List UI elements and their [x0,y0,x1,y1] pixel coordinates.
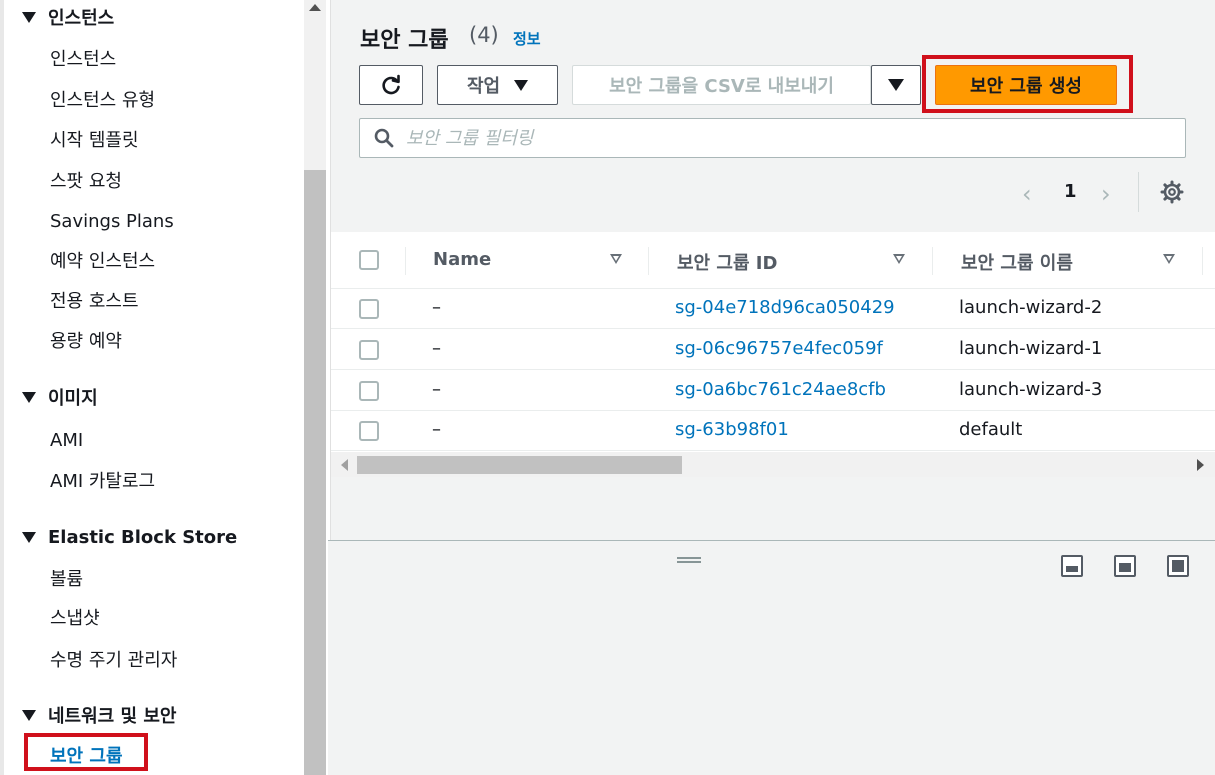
column-header-group-id[interactable]: 보안 그룹 ID [677,249,777,275]
column-divider [1202,247,1203,275]
caret-down-icon [22,391,36,403]
select-all-checkbox[interactable] [359,250,379,270]
cell-group-id-link[interactable]: sg-04e718d96ca050429 [675,297,895,318]
caret-down-icon [888,79,904,91]
sidebar-item-launch-templates[interactable]: 시작 템플릿 [50,124,139,154]
table-header: Name 보안 그룹 ID 보안 그룹 이름 [331,232,1215,289]
sidebar-item-lifecycle-manager[interactable]: 수명 주기 관리자 [50,644,177,674]
sidebar: 인스턴스 인스턴스 인스턴스 유형 시작 템플릿 스팟 요청 Savings P… [0,0,304,775]
row-checkbox[interactable] [359,381,379,401]
column-divider [932,247,933,275]
caret-down-icon [22,531,36,543]
sidebar-item-snapshots[interactable]: 스냅샷 [50,602,100,632]
sidebar-section-network-security[interactable]: 네트워크 및 보안 [22,700,176,730]
table-row[interactable]: – sg-04e718d96ca050429 launch-wizard-2 [331,289,1215,329]
cell-name: – [432,297,441,318]
sidebar-section-label: 네트워크 및 보안 [48,706,177,727]
column-header-group-name[interactable]: 보안 그룹 이름 [961,249,1073,275]
sidebar-item-ami-catalog[interactable]: AMI 카탈로그 [50,465,155,495]
row-checkbox[interactable] [359,340,379,360]
refresh-icon [382,74,400,95]
sidebar-item-instances[interactable]: 인스턴스 [50,43,116,73]
security-groups-table: Name 보안 그룹 ID 보안 그룹 이름 – sg-04e718d96ca0… [331,232,1215,452]
sidebar-item-savings-plans[interactable]: Savings Plans [50,206,174,236]
panel-bottom-icon[interactable] [1061,555,1083,577]
caret-down-icon [22,11,36,23]
pagination-current-page[interactable]: 1 [1064,181,1077,202]
highlight-box [922,55,1133,113]
row-checkbox[interactable] [359,299,379,319]
pagination-prev-button[interactable]: ‹ [1022,180,1032,208]
drag-handle-icon[interactable] [677,557,701,563]
actions-label: 작업 [466,76,501,97]
row-checkbox[interactable] [359,421,379,441]
sort-icon[interactable] [893,254,905,264]
column-header-name[interactable]: Name [433,249,491,270]
export-csv-button[interactable]: 보안 그룹을 CSV로 내보내기 [572,65,871,105]
sidebar-section-label: 인스턴스 [48,8,115,29]
pagination-next-button[interactable]: › [1101,180,1111,208]
sidebar-item-capacity-reservations[interactable]: 용량 예약 [50,325,122,355]
cell-group-id-link[interactable]: sg-0a6bc761c24ae8cfb [675,379,886,400]
column-divider [648,247,649,275]
sort-icon[interactable] [1163,254,1175,264]
scroll-left-arrow-icon[interactable] [341,459,348,471]
scrollbar-thumb[interactable] [304,170,326,775]
scroll-right-arrow-icon[interactable] [1197,459,1204,471]
search-input[interactable] [406,127,1166,149]
sidebar-item-ami[interactable]: AMI [50,425,83,455]
cell-group-name: launch-wizard-1 [959,338,1103,359]
refresh-button[interactable] [359,65,423,105]
gear-icon[interactable] [1160,180,1184,210]
page-title: 보안 그룹 [360,28,449,53]
cell-name: – [432,379,441,400]
sort-icon[interactable] [610,254,622,264]
table-row[interactable]: – sg-0a6bc761c24ae8cfb launch-wizard-3 [331,371,1215,411]
cell-group-name: launch-wizard-2 [959,297,1103,318]
divider [1138,172,1139,212]
cell-name: – [432,419,441,440]
info-link[interactable]: 정보 [513,28,541,49]
sidebar-section-instances[interactable]: 인스턴스 [22,2,114,32]
caret-down-icon [514,79,529,91]
scroll-up-arrow-icon[interactable] [309,4,321,11]
sidebar-section-label: Elastic Block Store [48,526,238,548]
table-row[interactable]: – sg-63b98f01 default [331,411,1215,451]
cell-name: – [432,338,441,359]
sidebar-item-instance-types[interactable]: 인스턴스 유형 [50,84,155,114]
panel-full-icon[interactable] [1167,555,1189,577]
scrollbar-thumb[interactable] [357,456,682,474]
item-count: (4) [469,23,499,47]
cell-group-name: launch-wizard-3 [959,379,1103,400]
sidebar-section-images[interactable]: 이미지 [22,382,98,412]
column-divider [405,247,406,275]
sidebar-item-volumes[interactable]: 볼륨 [50,563,83,593]
export-dropdown-button[interactable] [871,65,921,105]
cell-group-id-link[interactable]: sg-63b98f01 [675,419,789,440]
sidebar-section-label: 이미지 [48,388,98,409]
highlight-box [24,733,148,771]
table-row[interactable]: – sg-06c96757e4fec059f launch-wizard-1 [331,330,1215,370]
cell-group-name: default [959,419,1023,440]
actions-button[interactable]: 작업 [437,65,558,105]
search-icon [374,128,394,148]
panel-side-icon[interactable] [1114,555,1136,577]
search-bar[interactable] [359,118,1186,158]
caret-down-icon [22,709,36,721]
cell-group-id-link[interactable]: sg-06c96757e4fec059f [675,338,883,359]
sidebar-item-dedicated-hosts[interactable]: 전용 호스트 [50,285,139,315]
sidebar-item-reserved-instances[interactable]: 예약 인스턴스 [50,245,155,275]
sidebar-section-ebs[interactable]: Elastic Block Store [22,522,237,552]
sidebar-item-spot-requests[interactable]: 스팟 요청 [50,165,122,195]
